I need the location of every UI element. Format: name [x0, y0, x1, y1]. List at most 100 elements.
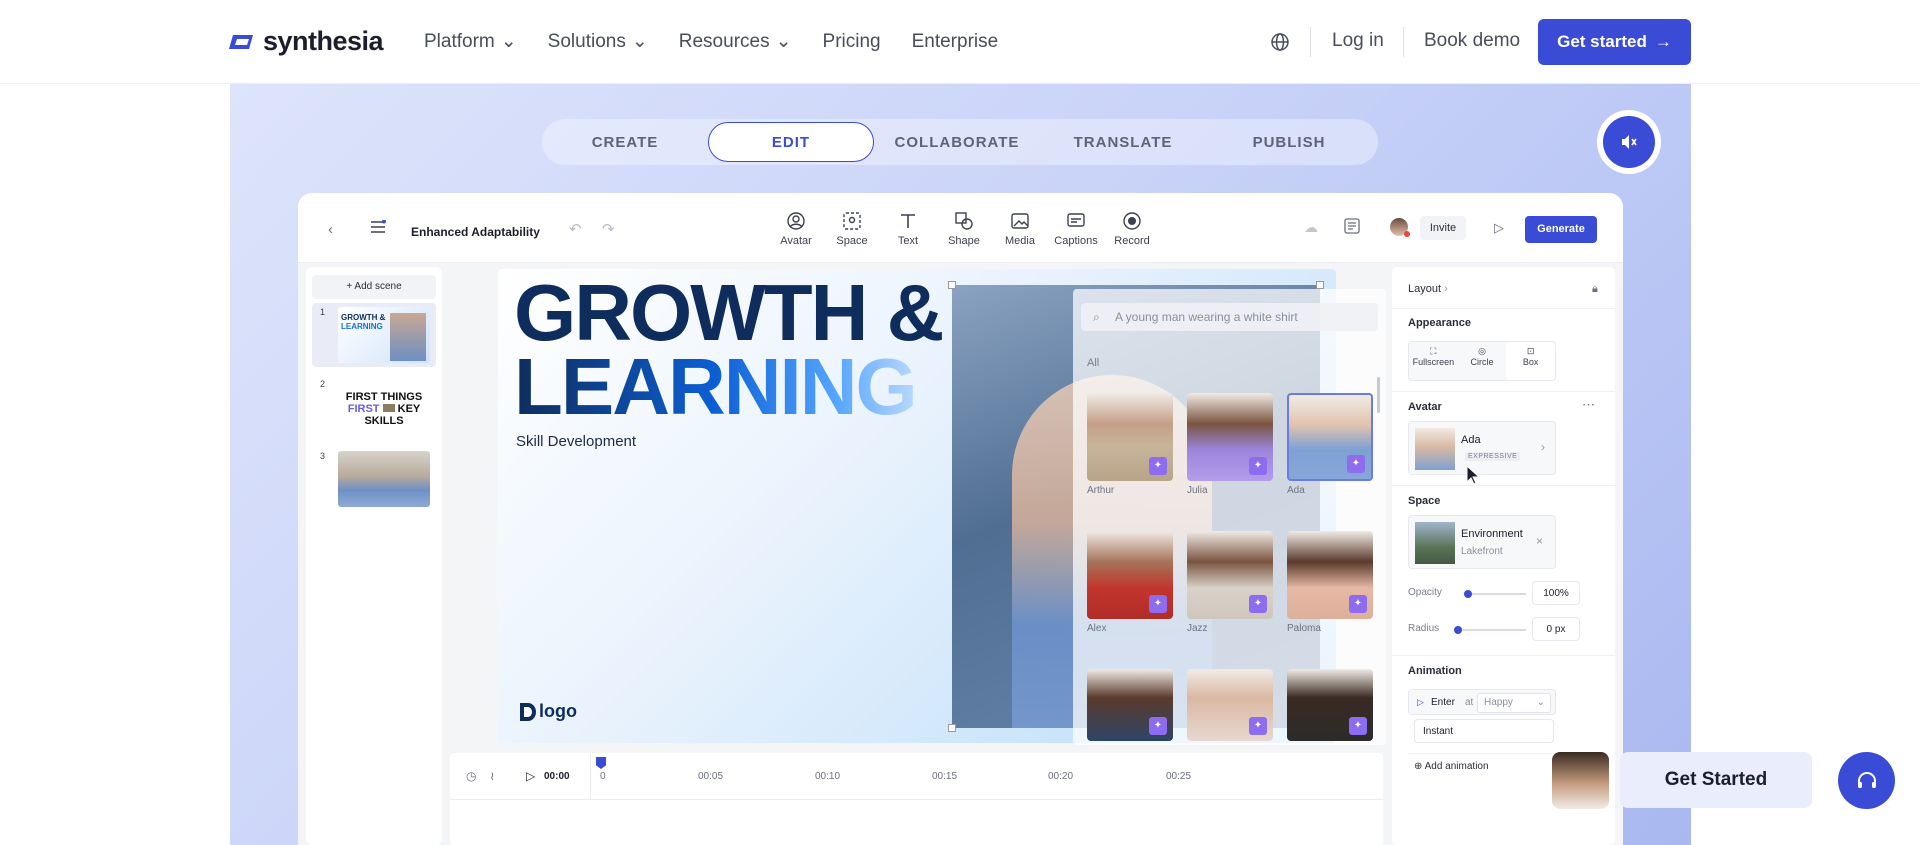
resize-handle[interactable]	[1316, 281, 1324, 289]
avatar-card-arthur[interactable]: ✦	[1087, 393, 1173, 481]
cloud-sync-icon: ☁	[1304, 219, 1318, 235]
menu-icon[interactable]	[370, 219, 386, 239]
globe-icon[interactable]	[1270, 32, 1290, 57]
add-scene-button[interactable]: + Add scene	[312, 275, 436, 299]
avatar-selector[interactable]: Ada EXPRESSIVE ›	[1408, 421, 1556, 475]
animation-heading: Animation	[1408, 665, 1462, 677]
add-animation-button[interactable]: ⊕ Add animation	[1414, 761, 1489, 772]
tool-label: Record	[1114, 235, 1150, 247]
appearance-circle[interactable]: ◎ Circle	[1458, 342, 1507, 380]
avatar-card[interactable]: ✦	[1087, 669, 1173, 741]
record-icon	[1123, 212, 1141, 230]
tab-edit[interactable]: EDIT	[708, 122, 874, 162]
playhead[interactable]	[596, 757, 606, 769]
tab-publish[interactable]: PUBLISH	[1206, 134, 1372, 151]
avatar-card-ada[interactable]: ✦	[1287, 393, 1373, 481]
canvas-subtitle[interactable]: Skill Development	[516, 433, 636, 450]
book-demo-link[interactable]: Book demo	[1424, 30, 1520, 52]
clock-icon[interactable]: ◷	[466, 769, 476, 783]
scene-item[interactable]: 2 FIRST THINGS FIRST KEY SKILLS	[312, 375, 436, 439]
scene-item[interactable]: 3	[312, 447, 436, 511]
voice-icon[interactable]: ≀	[490, 769, 495, 783]
opacity-input[interactable]: 100%	[1532, 581, 1580, 605]
avatar-card[interactable]: ✦	[1287, 669, 1373, 741]
avatar-card-alex[interactable]: ✦	[1087, 531, 1173, 619]
synthesia-logo-icon	[229, 34, 253, 49]
play-preview-icon[interactable]: ▷	[1494, 220, 1504, 236]
slider-thumb[interactable]	[1464, 590, 1472, 598]
tool-record[interactable]: Record	[1104, 211, 1160, 247]
get-started-button[interactable]: Get started →	[1538, 19, 1691, 65]
resize-handle[interactable]	[948, 724, 956, 732]
scene-item[interactable]: 1 GROWTH & LEARNING	[312, 303, 436, 367]
text-icon	[901, 214, 915, 228]
floating-get-started[interactable]: Get Started	[1552, 750, 1812, 810]
nav-label: Solutions	[547, 30, 626, 52]
nav-platform[interactable]: Platform ⌄	[424, 30, 517, 53]
nav-solutions[interactable]: Solutions ⌄	[548, 30, 648, 53]
brand-logo[interactable]: synthesia	[229, 26, 384, 57]
login-link[interactable]: Log in	[1332, 30, 1384, 52]
avatar-name: Alex	[1087, 623, 1107, 634]
emotion-select[interactable]: Happy ⌄	[1477, 693, 1551, 713]
slider-thumb[interactable]	[1454, 626, 1462, 634]
tool-label: Media	[1005, 235, 1035, 247]
canvas-heading-2[interactable]: LEARNING	[514, 347, 918, 427]
tab-translate[interactable]: TRANSLATE	[1040, 134, 1206, 151]
thumb-image	[382, 404, 395, 412]
redo-icon[interactable]: ↷	[602, 220, 615, 238]
instant-select[interactable]: Instant	[1414, 719, 1554, 743]
resize-handle[interactable]	[948, 281, 956, 289]
undo-icon[interactable]: ↶	[569, 220, 582, 238]
headset-icon	[1857, 771, 1876, 788]
notes-icon[interactable]	[1344, 218, 1360, 239]
tool-text[interactable]: Text	[880, 211, 936, 247]
divider	[1392, 391, 1615, 392]
floating-cta-label[interactable]: Get Started	[1620, 752, 1812, 808]
project-title[interactable]: Enhanced Adaptability	[411, 225, 540, 239]
lock-icon[interactable]: 🔒︎	[1592, 283, 1598, 296]
appearance-box[interactable]: ⊡ Box	[1506, 342, 1556, 380]
button-label: Get started	[1557, 32, 1647, 51]
mute-button[interactable]	[1597, 110, 1661, 174]
logo-text: logo	[539, 701, 577, 721]
environment-selector[interactable]: Environment Lakefront ×	[1408, 515, 1556, 569]
tab-collaborate[interactable]: COLLABORATE	[874, 134, 1040, 151]
tool-shape[interactable]: Shape	[936, 211, 992, 247]
canvas-heading-1[interactable]: GROWTH &	[514, 273, 944, 353]
tool-space[interactable]: Space	[824, 211, 880, 247]
back-icon[interactable]: ‹	[328, 221, 333, 238]
play-icon[interactable]: ▷	[526, 769, 535, 783]
support-button[interactable]	[1838, 752, 1895, 809]
layout-breadcrumb[interactable]: Layout ›	[1408, 283, 1448, 295]
invite-button[interactable]: Invite	[1420, 216, 1466, 240]
tab-create[interactable]: CREATE	[542, 134, 708, 151]
option-label: Circle	[1470, 357, 1494, 367]
nav-pricing[interactable]: Pricing	[823, 30, 881, 53]
scene-thumbnail: FIRST THINGS FIRST KEY SKILLS	[338, 379, 430, 435]
scene-list: + Add scene 1 GROWTH & LEARNING 2 FIRST T…	[306, 267, 442, 845]
avatar-card-paloma[interactable]: ✦	[1287, 531, 1373, 619]
opacity-slider[interactable]	[1464, 590, 1526, 598]
radius-slider[interactable]	[1454, 626, 1526, 634]
more-icon[interactable]: ⋯	[1582, 397, 1595, 413]
tool-avatar[interactable]: Avatar	[768, 211, 824, 247]
tool-label: Shape	[948, 235, 980, 247]
avatar-card-jazz[interactable]: ✦	[1187, 531, 1273, 619]
avatar-card-julia[interactable]: ✦	[1187, 393, 1273, 481]
appearance-fullscreen[interactable]: ⛶ Fullscreen	[1409, 342, 1458, 380]
tool-captions[interactable]: Captions	[1048, 211, 1104, 247]
tool-media[interactable]: Media	[992, 211, 1048, 247]
canvas-logo[interactable]: logo	[518, 701, 577, 722]
nav-resources[interactable]: Resources ⌄	[679, 30, 792, 53]
avatar-search-input[interactable]: A young man wearing a white shirt	[1081, 303, 1378, 331]
at-label: at	[1465, 697, 1474, 708]
generate-button[interactable]: Generate	[1525, 216, 1597, 243]
scrollbar[interactable]	[1377, 377, 1380, 413]
nav-enterprise[interactable]: Enterprise	[912, 30, 999, 53]
radius-input[interactable]: 0 px	[1532, 617, 1580, 641]
filter-all[interactable]: All	[1087, 357, 1099, 369]
avatar-card[interactable]: ✦	[1187, 669, 1273, 741]
add-circle-icon: ⊕	[1414, 761, 1425, 772]
close-icon[interactable]: ×	[1536, 534, 1543, 548]
